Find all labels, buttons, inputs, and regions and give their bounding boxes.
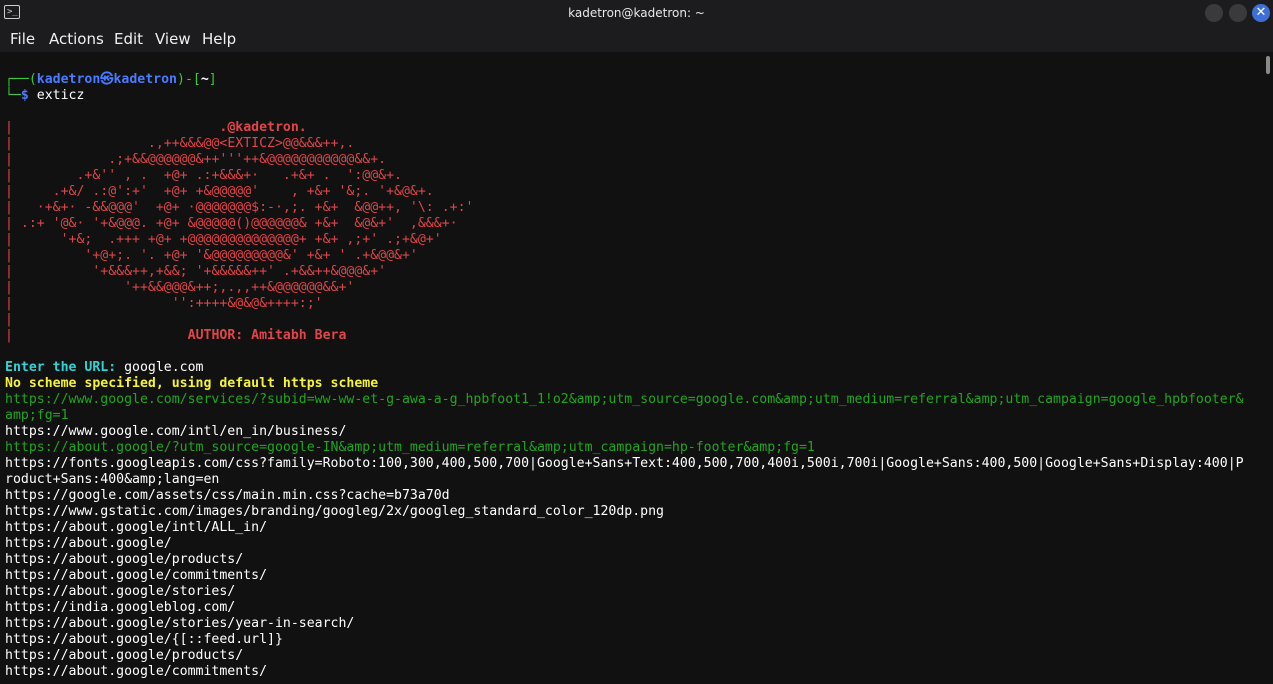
minimize-button[interactable] [1205,4,1223,22]
menu-actions[interactable]: Actions [49,26,104,52]
banner-line: | '++&&@@@&++;,.,,++&@@@@@@&&+' [5,280,354,296]
banner-line: | .+&/ .:@':+' +@+ +&@@@@@' , +&+ '&;. '… [5,184,434,200]
banner-text: .,++&&&@@<EXTICZ>@@&&&++,. [12,136,355,151]
banner-bar: | [5,120,13,135]
window-title: kadetron@kadetron: ~ [568,6,705,20]
banner-line: | '':++++&@&@&++++:;' [5,296,323,312]
prompt-frame: )-[ [177,72,201,87]
prompt-dir: ~ [200,72,209,87]
url-label: Enter the URL: [5,360,117,375]
prompt-user: kadetron [36,72,101,87]
maximize-button[interactable] [1229,4,1247,22]
link-line: https://about.google/ [5,536,172,551]
prompt-frame: ] [208,72,217,87]
prompt-at-icon: ㉿ [100,72,114,87]
link-line: https://about.google/products/ [5,648,244,663]
menu-view[interactable]: View [155,26,191,52]
prompt-host: kadetron [113,72,178,87]
banner-line: | '+&&&++,+&&; '+&&&&&++' .+&&++&@@@&+' [5,264,386,280]
scrollbar-thumb[interactable] [1266,56,1270,74]
banner-text: .;+&&@@@@@@&++'''++&@@@@@@@@@@@&&+. [12,152,387,167]
banner-line: | AUTHOR: Amitabh Bera [5,328,346,344]
banner-text: ·+&+· -&&@@@' +@+ ·@@@@@@@$:-·,;. +&+ &@… [12,200,474,215]
banner-bar: | [5,280,13,295]
terminal-output[interactable]: ┌──(kadetron㉿kadetron)-[~] └─$ exticz | … [0,52,1262,684]
banner-bar: | [5,216,13,231]
link-line: https://fonts.googleapis.com/css?family=… [5,456,1244,471]
close-button[interactable]: ✕ [1252,4,1270,22]
link-line: amp;fg=1 [5,408,69,423]
link-line: https://about.google/products/ [5,552,244,567]
link-line: https://about.google/commitments/ [5,664,268,679]
banner-line: | .+&'' , . +@+ .:+&&&+· .+&+ . ':@@&+. [5,168,402,184]
banner-line: | .@kadetron. [5,120,307,136]
url-value: google.com [116,360,204,375]
banner-bar: | [5,200,13,215]
banner-text: '+&; .+++ +@+ +@@@@@@@@@@@@@@+ +&+ ,;+' … [12,232,442,247]
banner-line: | '+&; .+++ +@+ +@@@@@@@@@@@@@@+ +&+ ,;+… [5,232,442,248]
prompt-symbol: $ [20,88,29,103]
link-line: https://www.google.com/services/?subid=w… [5,392,1244,407]
scrollbar[interactable] [1262,52,1273,684]
banner-text: .+&'' , . +@+ .:+&&&+· .+&+ . ':@@&+. [12,168,402,183]
banner-text: '++&&@@@&++;,.,,++&@@@@@@&&+' [12,280,355,295]
link-line: https://about.google/intl/ALL_in/ [5,520,268,535]
link-line: https://about.google/stories/ [5,584,236,599]
command-text: exticz [28,88,85,103]
banner-text: '':++++&@&@&++++:;' [12,296,323,311]
banner-text: '+&&&++,+&&; '+&&&&&++' .+&&++&@@@&+' [12,264,387,279]
link-line: https://about.google/stories/year-in-sea… [5,616,355,631]
prompt-frame: └─ [5,88,21,103]
link-line: https://www.google.com/intl/en_in/busine… [5,424,347,439]
banner-text: '+@+;. '. +@+ '&@@@@@@@@@&' +&+ ' .+&@@&… [12,248,418,263]
menu-file[interactable]: File [10,26,35,52]
banner-bar: | [5,296,13,311]
banner-bar: | [5,184,13,199]
banner-bar: | [5,312,13,327]
banner-bar: | [5,152,13,167]
prompt-line-2: └─$ exticz [5,88,84,104]
scheme-notice: No scheme specified, using default https… [5,376,379,391]
banner-line: | [5,312,13,328]
banner-line: | .;+&&@@@@@@&++'''++&@@@@@@@@@@@&&+. [5,152,386,168]
banner-line: | .:+ '@&· '+&@@@. +@+ &@@@@@()@@@@@@& +… [5,216,458,232]
link-line: roduct+Sans:400&amp;lang=en [5,472,220,487]
banner-bar: | [5,248,13,263]
banner-text: AUTHOR: Amitabh Bera [12,328,347,343]
banner-line: | ·+&+· -&&@@@' +@+ ·@@@@@@@$:-·,;. +&+ … [5,200,473,216]
banner-line: | '+@+;. '. +@+ '&@@@@@@@@@&' +&+ ' .+&@… [5,248,418,264]
menu-bar: File Actions Edit View Help [0,26,1273,52]
banner-bar: | [5,328,13,343]
banner-bar: | [5,136,13,151]
prompt-frame: ┌──( [5,72,37,87]
link-line: https://about.google/{[::feed.url]} [5,632,283,647]
menu-edit[interactable]: Edit [114,26,143,52]
link-line: https://www.gstatic.com/images/branding/… [5,504,664,519]
title-bar: >_ kadetron@kadetron: ~ ✕ [0,0,1273,26]
link-line: https://india.googleblog.com/ [5,600,236,615]
link-line: https://about.google/?utm_source=google-… [5,440,815,455]
banner-text: .+&/ .:@':+' +@+ +&@@@@@' , +&+ '&;. '+&… [12,184,434,199]
banner-line: | .,++&&&@@<EXTICZ>@@&&&++,. [5,136,354,152]
prompt-line-1: ┌──(kadetron㉿kadetron)-[~] [5,72,217,88]
url-prompt-line: Enter the URL: google.com [5,360,204,376]
link-line: https://google.com/assets/css/main.min.c… [5,488,450,503]
link-line: https://about.google/commitments/ [5,568,268,583]
banner-bar: | [5,232,13,247]
banner-text: .@kadetron. [12,120,307,135]
menu-help[interactable]: Help [202,26,236,52]
banner-bar: | [5,168,13,183]
banner-bar: | [5,264,13,279]
banner-text: .:+ '@&· '+&@@@. +@+ &@@@@@()@@@@@@& +&+… [12,216,458,231]
